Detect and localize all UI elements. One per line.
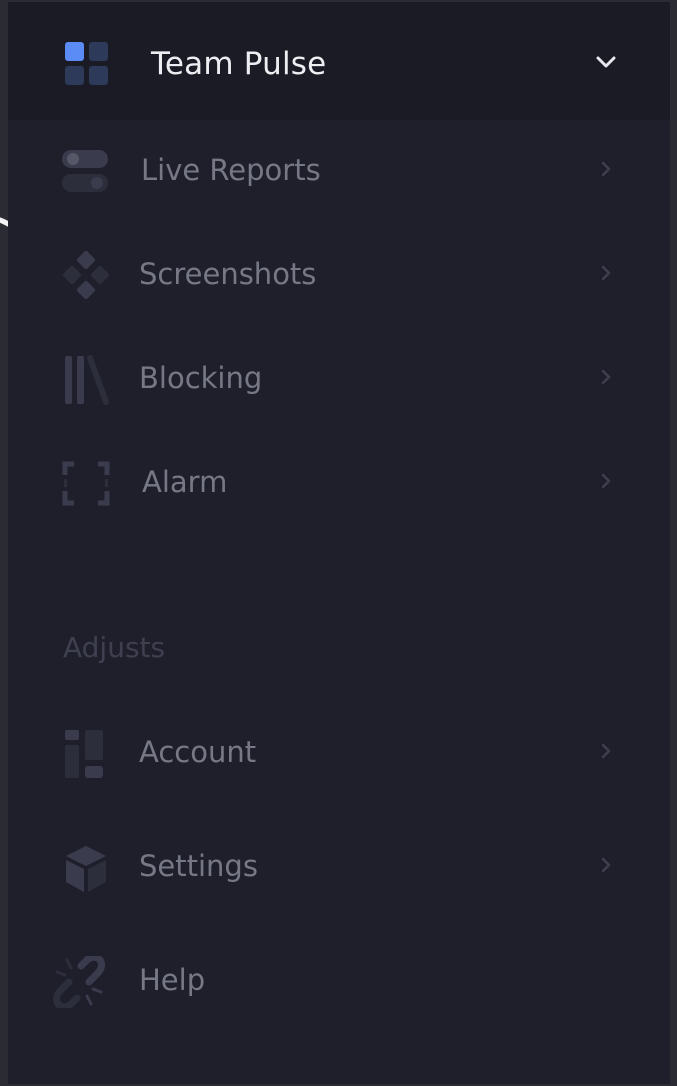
chevron-right-icon (601, 265, 611, 281)
chevron-right-icon (601, 473, 611, 489)
sidebar-item-alarm[interactable]: Alarm (8, 442, 670, 522)
frame-brackets-icon (62, 461, 110, 506)
chevron-down-icon[interactable] (593, 51, 619, 73)
sidebar-item-account[interactable]: Account (8, 712, 670, 792)
sidebar-item-screenshots[interactable]: Screenshots (8, 234, 670, 314)
sidebar-item-label: Account (139, 735, 257, 769)
section-label-adjusts: Adjusts (63, 631, 166, 664)
toggles-icon (62, 150, 108, 192)
app-title: Team Pulse (151, 46, 327, 82)
sidebar: Team Pulse Live Reports Screenshots Bloc… (8, 2, 670, 1084)
chevron-right-icon (601, 743, 611, 759)
sidebar-item-label: Alarm (142, 465, 228, 499)
chevron-right-icon (601, 857, 611, 873)
sidebar-item-label: Blocking (139, 361, 263, 395)
diamonds-icon (62, 250, 110, 300)
chevron-right-icon (601, 369, 611, 385)
sidebar-item-label: Live Reports (141, 153, 321, 187)
chevron-right-icon (601, 161, 611, 177)
broken-link-icon (53, 956, 105, 1008)
sidebar-item-label: Settings (139, 849, 258, 883)
sidebar-item-label: Help (139, 963, 206, 997)
sidebar-header[interactable]: Team Pulse (8, 2, 670, 120)
layout-blocks-icon (65, 730, 103, 778)
sidebar-item-blocking[interactable]: Blocking (8, 338, 670, 418)
cube-icon (66, 846, 106, 892)
sidebar-item-help[interactable]: Help (8, 940, 670, 1020)
grid-apps-icon (65, 42, 108, 85)
sidebar-item-label: Screenshots (139, 257, 317, 291)
books-icon (65, 355, 109, 405)
sidebar-item-live-reports[interactable]: Live Reports (8, 130, 670, 210)
sidebar-item-settings[interactable]: Settings (8, 826, 670, 906)
